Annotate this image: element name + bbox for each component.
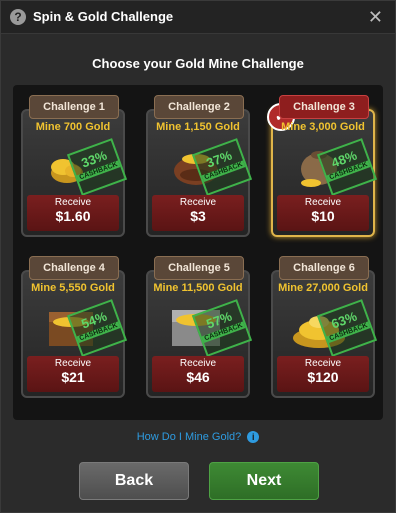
receive-value: $46 [186,369,210,385]
receive-panel: Receive $1.60 [27,195,119,231]
mine-amount: Mine 5,550 Gold [31,282,115,294]
challenge-card-6[interactable]: Challenge 6 Mine 27,000 Gold 63% CASHBAC… [271,256,378,398]
receive-panel: Receive $10 [277,195,369,231]
info-icon[interactable]: i [247,431,260,444]
dialog-title: Spin & Gold Challenge [33,9,174,24]
mine-amount: Mine 11,500 Gold [153,282,243,294]
challenge-card-1[interactable]: Challenge 1 Mine 700 Gold 33% CASHBACK R… [21,95,128,237]
title-bar: ? Spin & Gold Challenge ✕ [1,1,395,34]
mine-amount: Mine 27,000 Gold [278,282,368,294]
mine-amount: Mine 1,150 Gold [156,121,240,133]
receive-panel: Receive $120 [277,356,369,392]
receive-value: $120 [307,369,339,385]
challenge-card-3[interactable]: ✓ Challenge 3 Mine 3,000 Gold 48% CASHBA… [267,95,378,237]
challenge-board: Challenge 1 Mine 700 Gold 33% CASHBACK R… [13,85,383,420]
back-button[interactable]: Back [79,462,189,500]
challenge-tag: Challenge 4 [29,256,119,280]
challenge-card-4[interactable]: Challenge 4 Mine 5,550 Gold 54% CASHBACK… [21,256,128,398]
challenge-tag: Challenge 3 [279,95,369,119]
page-subtitle: Choose your Gold Mine Challenge [92,56,304,71]
receive-value: $3 [190,208,206,224]
challenge-tag: Challenge 2 [154,95,244,119]
close-icon[interactable]: ✕ [368,7,383,27]
how-to-mine-link[interactable]: How Do I Mine Gold? i [1,431,395,444]
challenge-tag: Challenge 6 [279,256,369,280]
help-icon[interactable]: ? [10,9,26,25]
spin-gold-dialog: ? Spin & Gold Challenge ✕ Choose your Go… [0,0,396,513]
receive-panel: Receive $21 [27,356,119,392]
mine-amount: Mine 700 Gold [35,121,111,133]
challenge-card-5[interactable]: Challenge 5 Mine 11,500 Gold 57% CASHBAC… [146,256,253,398]
receive-panel: Receive $46 [152,356,244,392]
mine-amount: Mine 3,000 Gold [281,121,365,133]
receive-value: $1.60 [55,208,91,224]
receive-value: $21 [61,369,85,385]
challenge-tag: Challenge 1 [29,95,119,119]
receive-panel: Receive $3 [152,195,244,231]
challenge-tag: Challenge 5 [154,256,244,280]
receive-value: $10 [311,208,335,224]
next-button[interactable]: Next [209,462,319,500]
challenge-card-2[interactable]: Challenge 2 Mine 1,150 Gold 37% CASHBACK… [146,95,253,237]
